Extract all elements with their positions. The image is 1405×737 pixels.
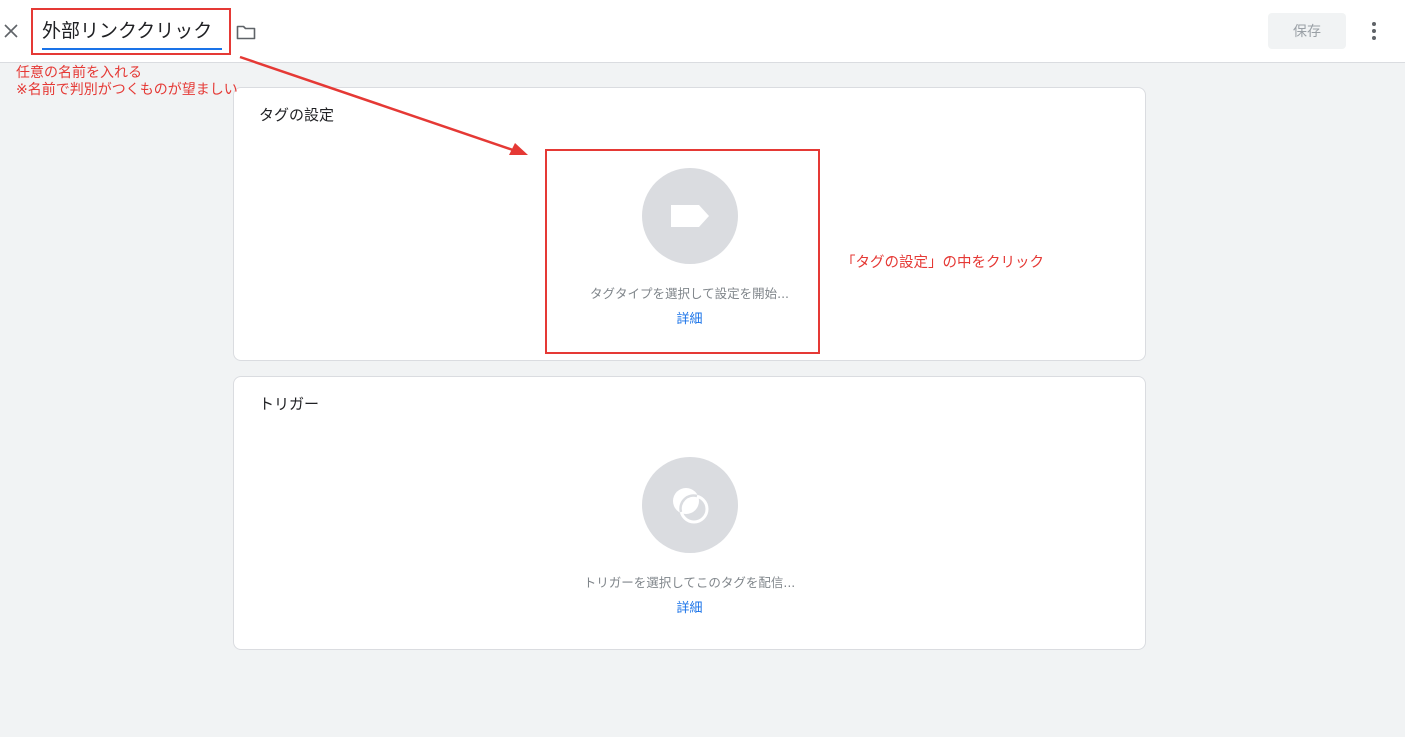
trigger-title: トリガー	[259, 395, 320, 413]
trigger-icon[interactable]	[642, 457, 738, 553]
tag-config-title: タグの設定	[259, 106, 335, 124]
annotation-name-hint-line1: 任意の名前を入れる	[16, 65, 142, 81]
more-vert-icon[interactable]	[1363, 19, 1385, 43]
folder-icon[interactable]	[235, 21, 257, 43]
close-icon[interactable]	[0, 20, 22, 42]
trigger-detail-link[interactable]: 詳細	[234, 597, 1145, 616]
annotation-tag-config-hint: 「タグの設定」の中をクリック	[841, 255, 1044, 271]
trigger-card[interactable]: トリガー トリガーを選択してこのタグを配信... 詳細	[233, 376, 1146, 650]
annotation-box-tag-config	[545, 149, 820, 354]
annotation-name-hint-line2: ※名前で判別がつくものが望ましい	[16, 82, 238, 98]
annotation-box-tag-name	[31, 8, 231, 55]
trigger-placeholder: トリガーを選択してこのタグを配信...	[583, 575, 796, 590]
save-button[interactable]: 保存	[1268, 13, 1346, 49]
